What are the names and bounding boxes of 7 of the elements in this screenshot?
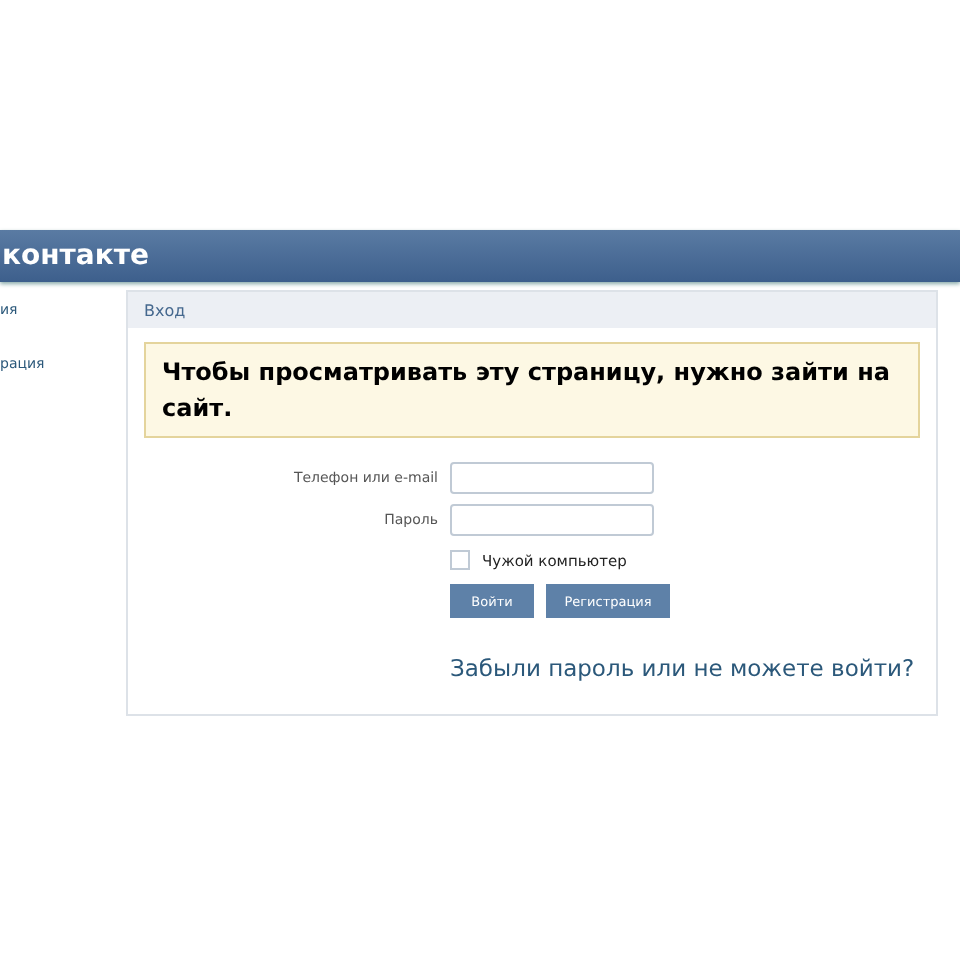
forgot-password-link[interactable]: Забыли пароль или не можете войти? bbox=[450, 654, 915, 682]
notice-text: Чтобы просматривать эту страницу, нужно зайти на сайт. bbox=[162, 358, 890, 422]
checkbox[interactable] bbox=[450, 550, 470, 570]
input-field[interactable] bbox=[450, 504, 654, 536]
site-logo[interactable]: контакте bbox=[2, 240, 149, 272]
input-field[interactable] bbox=[450, 462, 654, 494]
panel-title: Вход bbox=[144, 301, 186, 319]
